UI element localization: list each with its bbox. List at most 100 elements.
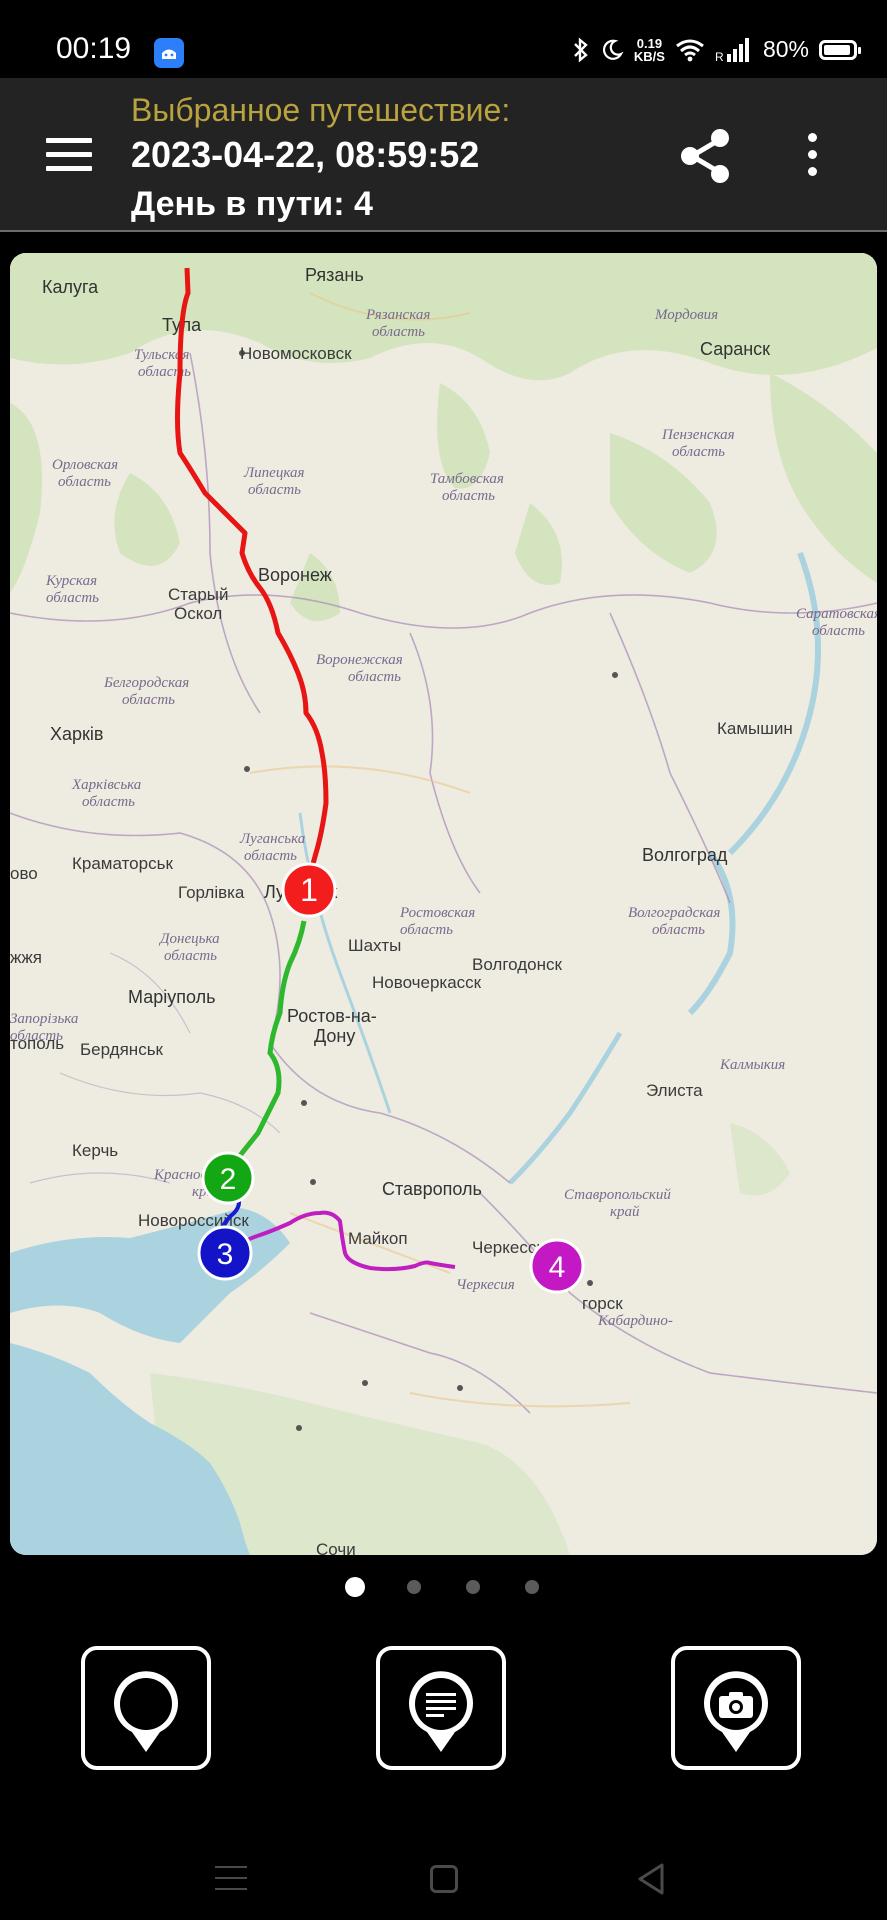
svg-text:жжя: жжя [10,948,42,967]
svg-text:Волгоград: Волгоград [642,845,728,865]
status-bar: 00:19 0.19 KB/S R 80% [0,0,887,78]
back-icon[interactable] [636,1862,666,1896]
trip-title: 2023-04-22, 08:59:52 [131,134,480,175]
svg-text:Воронежская: Воронежская [316,652,403,668]
menu-icon[interactable] [46,138,92,172]
share-icon[interactable] [675,124,735,188]
svg-text:Липецкая: Липецкая [243,465,304,481]
svg-text:область: область [82,794,135,810]
marker-day-4[interactable]: 4 [529,1238,585,1294]
svg-text:область: область [812,623,865,639]
marker-day-3[interactable]: 3 [197,1225,253,1281]
svg-text:Воронеж: Воронеж [258,565,332,585]
status-icons: 0.19 KB/S R 80% [572,35,861,64]
svg-text:Курская: Курская [45,573,97,589]
svg-text:Саратовская: Саратовская [796,606,877,622]
svg-text:R: R [715,50,724,63]
svg-text:Ставропольский: Ставропольский [564,1187,671,1203]
svg-text:2: 2 [220,1163,237,1196]
svg-text:Белгородская: Белгородская [103,675,189,691]
svg-text:область: область [244,848,297,864]
svg-text:Черкесия: Черкесия [456,1277,515,1293]
wifi-icon [676,39,704,61]
svg-text:Оскол: Оскол [174,604,222,623]
more-vert-icon[interactable] [800,133,824,181]
bluetooth-icon [574,36,588,63]
svg-text:Донецька: Донецька [158,931,220,947]
svg-text:область: область [348,669,401,685]
svg-text:Майкоп: Майкоп [348,1229,408,1248]
svg-text:Саранск: Саранск [700,339,770,359]
recent-apps-icon[interactable] [215,1866,247,1899]
svg-text:Горлівка: Горлівка [178,883,245,902]
trip-map[interactable]: Калуга Рязань Тула Новомосковск Саранск … [10,253,877,1555]
svg-text:область: область [138,364,191,380]
home-icon[interactable] [430,1865,458,1893]
svg-text:Маріуполь: Маріуполь [128,987,215,1007]
svg-text:Ставрополь: Ставрополь [382,1179,482,1199]
svg-text:область: область [372,324,425,340]
battery-percent: 80% [762,36,809,62]
trip-day-count: День в пути: 4 [131,185,373,223]
trip-subtitle: Выбранное путешествие: [131,92,511,128]
svg-text:Керчь: Керчь [72,1141,118,1160]
svg-text:Камышин: Камышин [717,719,793,738]
system-nav-bar [0,1820,887,1920]
svg-text:Бердянськ: Бердянськ [80,1040,164,1059]
page-dot-3[interactable] [466,1580,480,1594]
svg-text:область: область [248,482,301,498]
marker-day-2[interactable]: 2 [201,1151,255,1205]
camera-pin-icon [704,1671,768,1752]
svg-text:Волгоградская: Волгоградская [628,905,720,921]
svg-text:область: область [122,692,175,708]
svg-text:область: область [442,488,495,504]
battery-icon [819,39,861,60]
map-canvas[interactable]: Калуга Рязань Тула Новомосковск Саранск … [10,253,877,1555]
note-pin-icon [409,1671,473,1752]
svg-text:область: область [652,922,705,938]
page-dot-2[interactable] [407,1580,421,1594]
svg-text:ово: ово [10,864,38,883]
svg-text:Орловская: Орловская [52,457,118,473]
svg-text:3: 3 [217,1238,234,1271]
svg-text:край: край [610,1204,640,1220]
svg-text:Новомосковск: Новомосковск [240,344,352,363]
svg-text:Кабардино-: Кабардино- [597,1313,673,1329]
svg-text:Харківська: Харківська [71,777,141,793]
svg-text:Рязанская: Рязанская [365,307,430,323]
marker-day-1[interactable]: 1 [281,862,337,918]
add-place-button[interactable] [81,1646,211,1770]
svg-text:Луганська: Луганська [239,831,305,847]
svg-text:область: область [400,922,453,938]
svg-text:Новочеркасск: Новочеркасск [372,973,482,992]
svg-text:Волгодонск: Волгодонск [472,955,563,974]
app-bar: Выбранное путешествие: 2023-04-22, 08:59… [0,78,887,232]
svg-text:область: область [10,1028,63,1044]
svg-text:область: область [672,444,725,460]
svg-text:Харків: Харків [50,724,103,744]
page-indicator [0,1577,887,1600]
svg-text:область: область [58,474,111,490]
svg-text:Пензенская: Пензенская [661,427,735,443]
svg-text:Шахты: Шахты [348,936,401,955]
page-dot-4[interactable] [525,1580,539,1594]
add-note-button[interactable] [376,1646,506,1770]
svg-text:Калуга: Калуга [42,277,99,297]
svg-text:Мордовия: Мордовия [654,307,718,323]
svg-text:Рязань: Рязань [305,265,364,285]
page-dot-1[interactable] [345,1577,365,1597]
svg-text:Ростов-на-: Ростов-на- [287,1006,377,1026]
signal-icon: R [715,37,749,63]
svg-text:Элиста: Элиста [646,1081,703,1100]
moon-icon [602,39,624,60]
svg-text:Калмыкия: Калмыкия [719,1057,785,1073]
network-speed: 0.19 KB/S [633,35,665,64]
svg-text:Краматорськ: Краматорськ [72,854,173,873]
svg-text:Запорізька: Запорізька [10,1011,78,1027]
svg-text:область: область [164,948,217,964]
status-time: 00:19 [56,32,132,65]
svg-text:Тамбовская: Тамбовская [430,471,504,487]
app-icon [154,38,184,68]
add-photo-button[interactable] [671,1646,801,1770]
svg-text:4: 4 [549,1251,566,1284]
